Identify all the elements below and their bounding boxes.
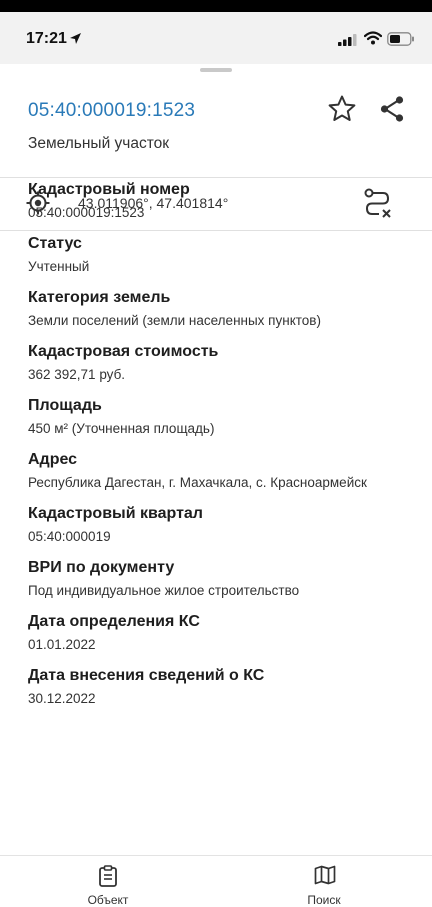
field-permitted-use: ВРИ по документу Под индивидуальное жило… [28, 558, 418, 600]
field-area: Площадь 450 м² (Уточненная площадь) [28, 396, 418, 438]
field-label: Кадастровый квартал [28, 505, 203, 522]
field-cadastral-number: Кадастровый номер 05:40:000019:1523 [28, 180, 418, 222]
sheet-drag-handle[interactable] [200, 68, 232, 72]
field-label: Категория земель [28, 289, 171, 306]
cellular-signal-icon [338, 34, 357, 46]
field-value[interactable]: 30.12.2022 [28, 689, 418, 708]
field-address: Адрес Республика Дагестан, г. Махачкала,… [28, 450, 418, 492]
tab-object[interactable]: Объект [48, 856, 168, 907]
status-bar: 17:21 [0, 12, 432, 64]
field-label: Кадастровый номер [28, 181, 190, 198]
field-label: Дата внесения сведений о КС [28, 667, 265, 684]
cadastral-number-title[interactable]: 05:40:000019:1523 [28, 100, 195, 122]
field-value[interactable]: 362 392,71 руб. [28, 365, 418, 384]
bottom-tab-bar: Объект Поиск [0, 855, 432, 907]
field-value[interactable]: Под индивидуальное жилое строительство [28, 581, 418, 600]
field-cadastral-value: Кадастровая стоимость 362 392,71 руб. [28, 342, 418, 384]
share-icon[interactable] [378, 95, 406, 123]
field-value-entry-date: Дата внесения сведений о КС 30.12.2022 [28, 666, 418, 708]
location-arrow-icon [70, 33, 81, 44]
field-value[interactable]: Земли поселений (земли населенных пункто… [28, 311, 418, 330]
field-cadastral-quarter: Кадастровый квартал 05:40:000019 [28, 504, 418, 546]
field-valuation-date: Дата определения КС 01.01.2022 [28, 612, 418, 654]
battery-icon [387, 32, 414, 46]
field-value[interactable]: 01.01.2022 [28, 635, 418, 654]
status-time: 17:21 [26, 30, 67, 47]
field-label: ВРИ по документу [28, 559, 175, 576]
field-value[interactable]: 05:40:000019:1523 [28, 203, 418, 222]
field-status: Статус Учтенный [28, 234, 418, 276]
object-type-subtitle: Земельный участок [28, 135, 170, 152]
tab-label: Объект [87, 893, 129, 907]
object-properties-list: Кадастровый номер 05:40:000019:1523 Стат… [28, 180, 418, 720]
field-label: Площадь [28, 397, 102, 414]
tab-label: Поиск [307, 893, 341, 907]
tab-search[interactable]: Поиск [264, 856, 384, 907]
field-label: Статус [28, 235, 82, 252]
wifi-icon [364, 31, 382, 45]
field-value[interactable]: 450 м² (Уточненная площадь) [28, 419, 418, 438]
field-value[interactable]: 05:40:000019 [28, 527, 418, 546]
star-icon[interactable] [327, 94, 357, 124]
clipboard-icon [99, 865, 117, 887]
map-icon [314, 865, 336, 885]
field-value[interactable]: Республика Дагестан, г. Махачкала, с. Кр… [28, 473, 418, 492]
field-land-category: Категория земель Земли поселений (земли … [28, 288, 418, 330]
field-label: Дата определения КС [28, 613, 200, 630]
top-black-bar [0, 0, 432, 12]
field-label: Адрес [28, 451, 78, 468]
field-value[interactable]: Учтенный [28, 257, 418, 276]
field-label: Кадастровая стоимость [28, 343, 219, 360]
